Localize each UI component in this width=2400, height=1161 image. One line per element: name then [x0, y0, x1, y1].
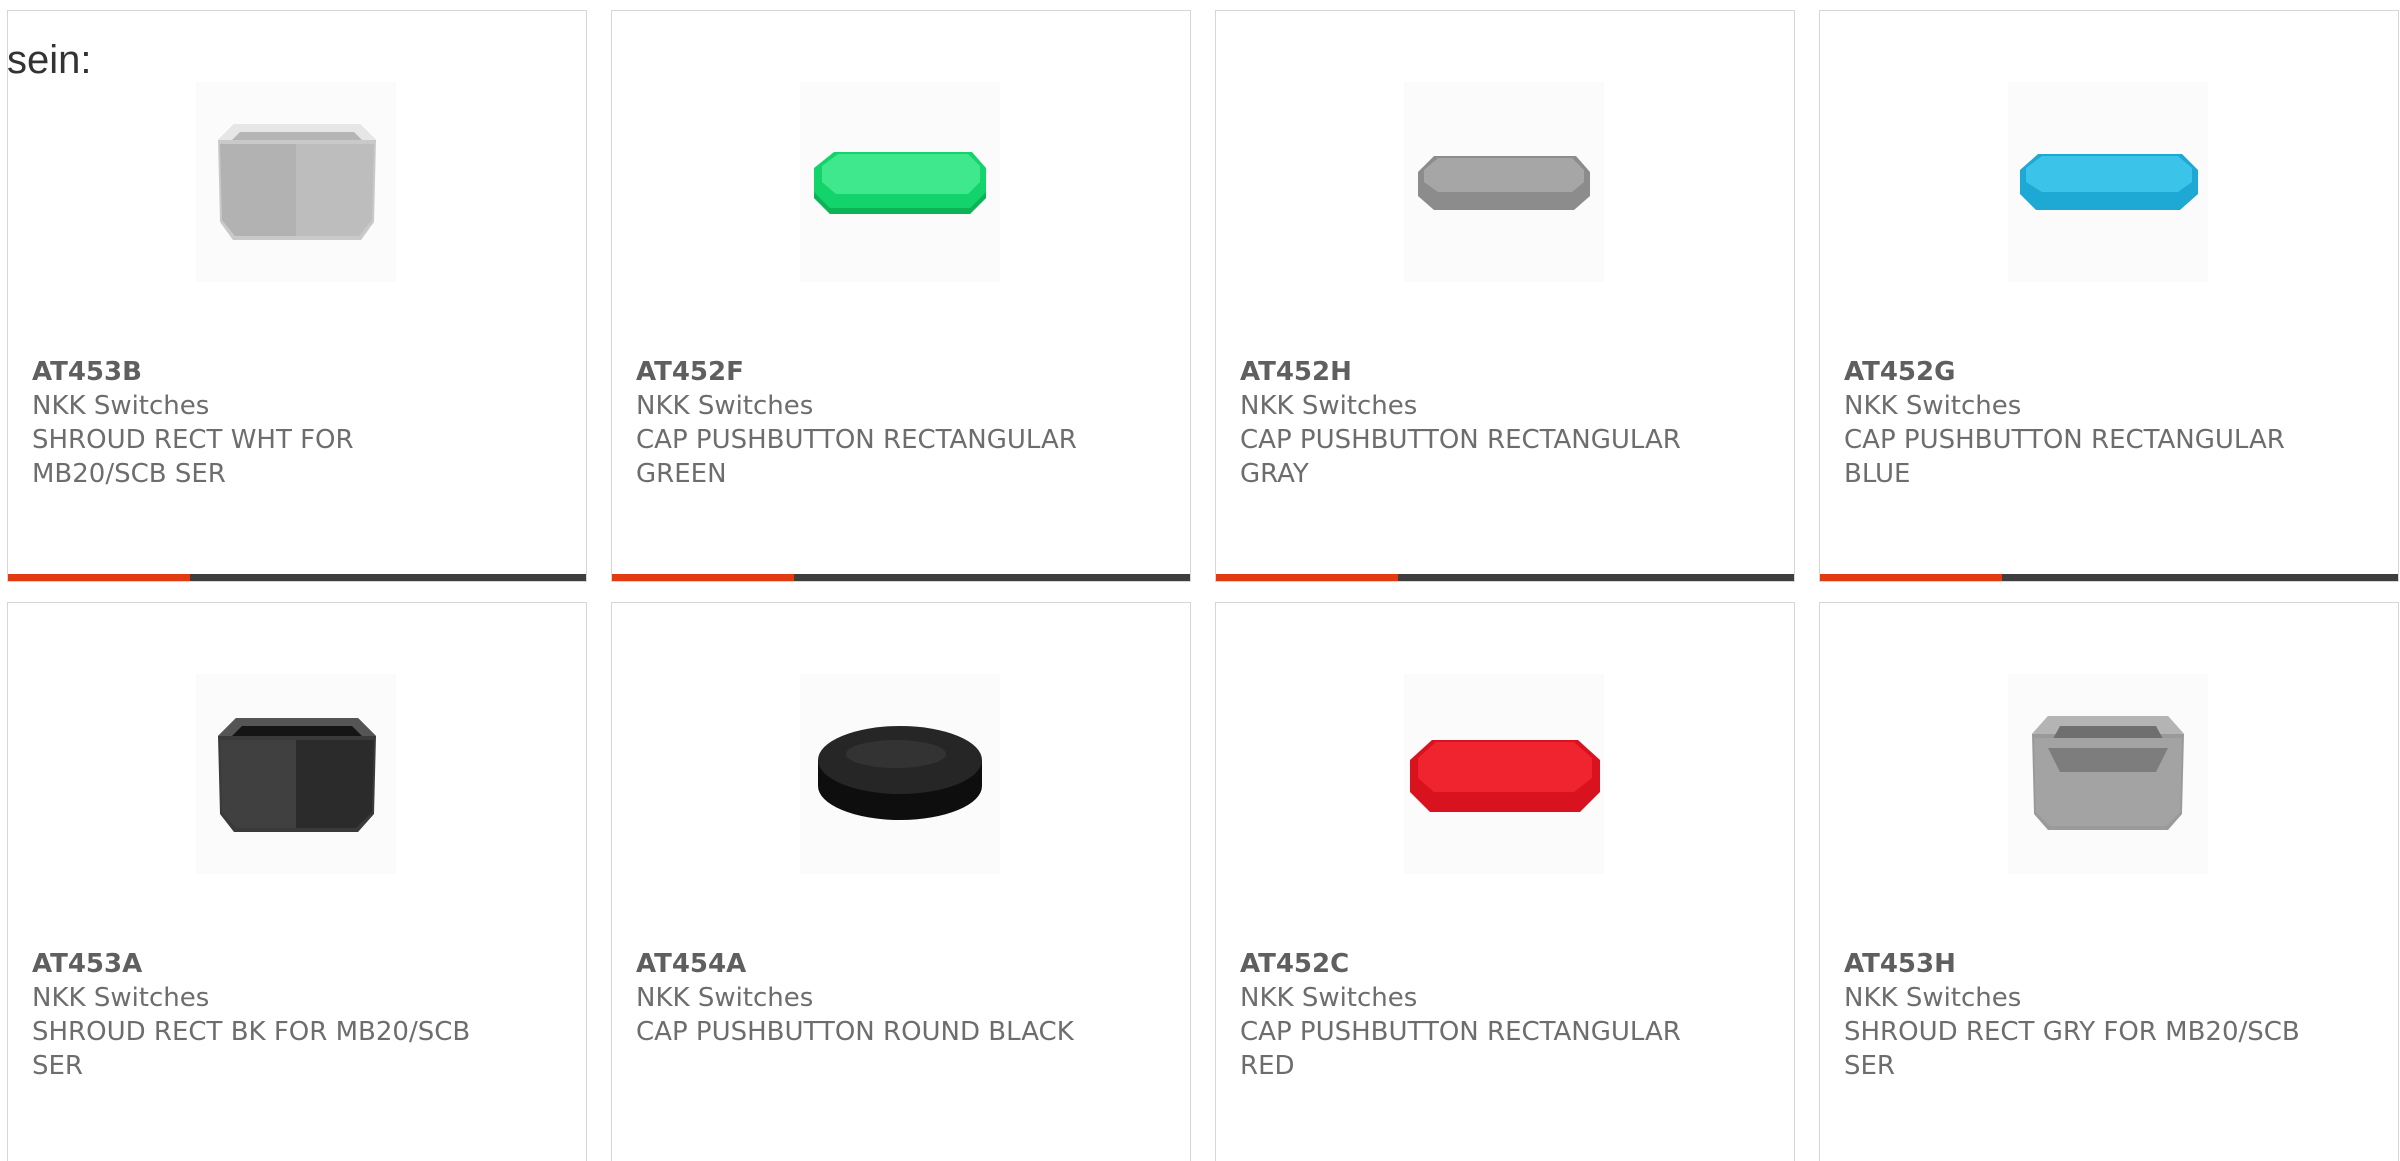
card-footer-bar [1216, 574, 1794, 581]
card-footer-accent [8, 574, 190, 581]
product-info: AT453A NKK Switches SHROUD RECT BK FOR M… [32, 947, 532, 1083]
product-description: CAP PUSHBUTTON RECTANGULAR GRAY [1240, 425, 1681, 489]
product-description: SHROUD RECT WHT FOR MB20/SCB SER [32, 425, 354, 489]
red-cap-icon [1410, 740, 1600, 812]
product-description: SHROUD RECT BK FOR MB20/SCB SER [32, 1017, 471, 1081]
part-number[interactable]: AT452G [1844, 355, 2344, 389]
part-number[interactable]: AT453A [32, 947, 532, 981]
product-info: AT454A NKK Switches CAP PUSHBUTTON ROUND… [636, 947, 1136, 1049]
product-card[interactable]: AT453A NKK Switches SHROUD RECT BK FOR M… [7, 602, 587, 1161]
white-rectangular-shroud-image[interactable] [196, 82, 396, 282]
manufacturer: NKK Switches [636, 391, 814, 421]
black-rectangular-shroud-image[interactable] [196, 674, 396, 874]
shroud-icon [2032, 716, 2184, 830]
card-footer-accent [1216, 574, 1398, 581]
shroud-icon [218, 124, 376, 240]
product-card[interactable]: AT452F NKK Switches CAP PUSHBUTTON RECTA… [611, 10, 1191, 582]
card-footer-accent [1820, 574, 2002, 581]
product-info: AT453B NKK Switches SHROUD RECT WHT FOR … [32, 355, 532, 491]
green-cap-icon [814, 152, 986, 214]
product-info: AT452F NKK Switches CAP PUSHBUTTON RECTA… [636, 355, 1136, 491]
product-card[interactable]: AT453B NKK Switches SHROUD RECT WHT FOR … [7, 10, 587, 582]
black-round-cap-image[interactable] [800, 674, 1000, 874]
product-card[interactable]: AT452H NKK Switches CAP PUSHBUTTON RECTA… [1215, 10, 1795, 582]
product-description: CAP PUSHBUTTON RECTANGULAR GREEN [636, 425, 1077, 489]
card-footer-accent [612, 574, 794, 581]
product-card[interactable]: AT452C NKK Switches CAP PUSHBUTTON RECTA… [1215, 602, 1795, 1161]
manufacturer: NKK Switches [1240, 983, 1418, 1013]
part-number[interactable]: AT454A [636, 947, 1136, 981]
manufacturer: NKK Switches [1844, 391, 2022, 421]
product-card[interactable]: AT453H NKK Switches SHROUD RECT GRY FOR … [1819, 602, 2399, 1161]
intro-text: sein: [7, 38, 92, 82]
product-description: CAP PUSHBUTTON ROUND BLACK [636, 1017, 1074, 1047]
manufacturer: NKK Switches [1240, 391, 1418, 421]
shroud-icon [218, 718, 376, 832]
gray-rectangular-cap-image[interactable] [1404, 82, 1604, 282]
product-card[interactable]: AT452G NKK Switches CAP PUSHBUTTON RECTA… [1819, 10, 2399, 582]
part-number[interactable]: AT453H [1844, 947, 2344, 981]
product-info: AT452G NKK Switches CAP PUSHBUTTON RECTA… [1844, 355, 2344, 491]
round-cap-icon [818, 726, 982, 820]
blue-cap-icon [2020, 154, 2198, 210]
green-rectangular-cap-image[interactable] [800, 82, 1000, 282]
part-number[interactable]: AT452F [636, 355, 1136, 389]
card-footer-bar [1820, 574, 2398, 581]
gray-cap-icon [1418, 156, 1590, 210]
blue-rectangular-cap-image[interactable] [2008, 82, 2208, 282]
product-description: CAP PUSHBUTTON RECTANGULAR BLUE [1844, 425, 2285, 489]
card-footer-bar [8, 574, 586, 581]
manufacturer: NKK Switches [32, 983, 210, 1013]
product-grid: AT453B NKK Switches SHROUD RECT WHT FOR … [7, 10, 2400, 1161]
part-number[interactable]: AT453B [32, 355, 532, 389]
product-info: AT452H NKK Switches CAP PUSHBUTTON RECTA… [1240, 355, 1740, 491]
product-description: SHROUD RECT GRY FOR MB20/SCB SER [1844, 1017, 2300, 1081]
part-number[interactable]: AT452C [1240, 947, 1740, 981]
product-info: AT453H NKK Switches SHROUD RECT GRY FOR … [1844, 947, 2344, 1083]
red-rectangular-cap-image[interactable] [1404, 674, 1604, 874]
manufacturer: NKK Switches [32, 391, 210, 421]
product-card[interactable]: AT454A NKK Switches CAP PUSHBUTTON ROUND… [611, 602, 1191, 1161]
product-description: CAP PUSHBUTTON RECTANGULAR RED [1240, 1017, 1681, 1081]
manufacturer: NKK Switches [636, 983, 814, 1013]
page: sein: AT453B NKK Switches SHROUD RECT WH… [0, 0, 2400, 1161]
gray-rectangular-shroud-image[interactable] [2008, 674, 2208, 874]
card-footer-bar [612, 574, 1190, 581]
part-number[interactable]: AT452H [1240, 355, 1740, 389]
product-info: AT452C NKK Switches CAP PUSHBUTTON RECTA… [1240, 947, 1740, 1083]
manufacturer: NKK Switches [1844, 983, 2022, 1013]
